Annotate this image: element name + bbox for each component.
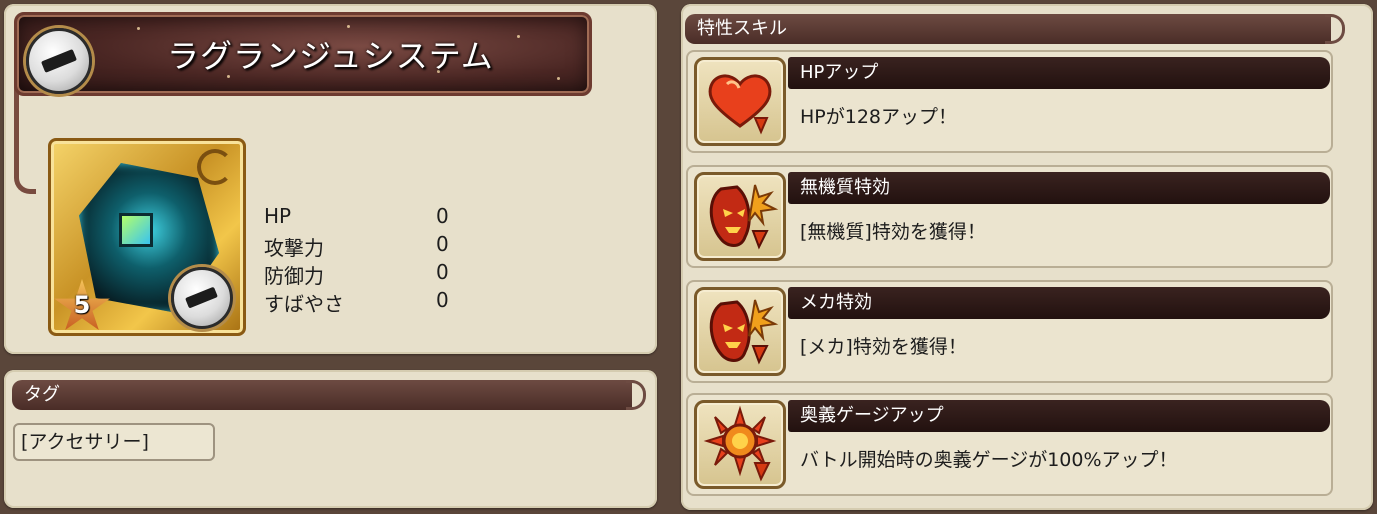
stat-label: 攻撃力	[264, 236, 324, 260]
accessory-icon	[171, 267, 233, 329]
stat-value: 0	[436, 232, 449, 256]
skill-card[interactable]: 奥義ゲージアップ バトル開始時の奥義ゲージが100%アップ！	[686, 393, 1333, 496]
skill-description: [無機質]特効を獲得！	[800, 221, 986, 243]
skill-card[interactable]: 無機質特効 [無機質]特効を獲得！	[686, 165, 1333, 268]
trait-skills-panel: 特性スキル HPアップ HPが128アップ！ 無機質特効 [無機質]特効を獲得！…	[681, 4, 1373, 510]
stat-value: 0	[436, 204, 449, 228]
demon-mask-icon	[694, 172, 786, 261]
item-info-panel: ラグランジュシステム 5 HP 0 攻撃力 0 防御力 0 すばやさ 0	[4, 4, 657, 354]
tag-panel: タグ [アクセサリー]	[4, 370, 657, 508]
skills-header: 特性スキル	[685, 14, 1345, 44]
flourish-icon	[626, 380, 646, 410]
stat-row-hp: HP 0	[264, 204, 464, 232]
stat-label: HP	[264, 204, 292, 228]
skill-description: [メカ]特効を獲得！	[800, 336, 967, 358]
rarity-value: 5	[73, 291, 91, 319]
ornate-frame	[14, 84, 36, 194]
flourish-icon	[1325, 14, 1345, 44]
accessory-icon	[26, 28, 92, 94]
skill-description: バトル開始時の奥義ゲージが100%アップ！	[800, 449, 1178, 471]
skill-description: HPが128アップ！	[800, 106, 958, 128]
stat-value: 0	[436, 260, 449, 284]
skill-card[interactable]: HPアップ HPが128アップ！	[686, 50, 1333, 153]
tag-chip[interactable]: [アクセサリー]	[13, 423, 215, 461]
item-title-plate: ラグランジュシステム	[14, 12, 592, 96]
item-card[interactable]: 5	[48, 138, 246, 336]
swirl-icon	[197, 149, 233, 185]
item-name: ラグランジュシステム	[167, 37, 494, 75]
stat-row-attack: 攻撃力 0	[264, 232, 464, 260]
skill-name: 奥義ゲージアップ	[788, 400, 1330, 432]
demon-mask-icon	[694, 287, 786, 376]
stat-row-defense: 防御力 0	[264, 260, 464, 288]
stat-label: すばやさ	[264, 292, 344, 316]
stats-list: HP 0 攻撃力 0 防御力 0 すばやさ 0	[264, 204, 464, 316]
tag-header: タグ	[12, 380, 646, 410]
stat-value: 0	[436, 288, 449, 312]
tag-header-label: タグ	[24, 384, 60, 405]
stat-label: 防御力	[264, 264, 324, 288]
spiked-gauge-icon	[694, 400, 786, 489]
skill-card[interactable]: メカ特効 [メカ]特効を獲得！	[686, 280, 1333, 383]
heart-up-icon	[694, 57, 786, 146]
stat-row-speed: すばやさ 0	[264, 288, 464, 316]
skills-header-label: 特性スキル	[697, 18, 787, 39]
skill-name: 無機質特効	[788, 172, 1330, 204]
skill-name: HPアップ	[788, 57, 1330, 89]
skill-name: メカ特効	[788, 287, 1330, 319]
item-image-core	[119, 213, 153, 247]
